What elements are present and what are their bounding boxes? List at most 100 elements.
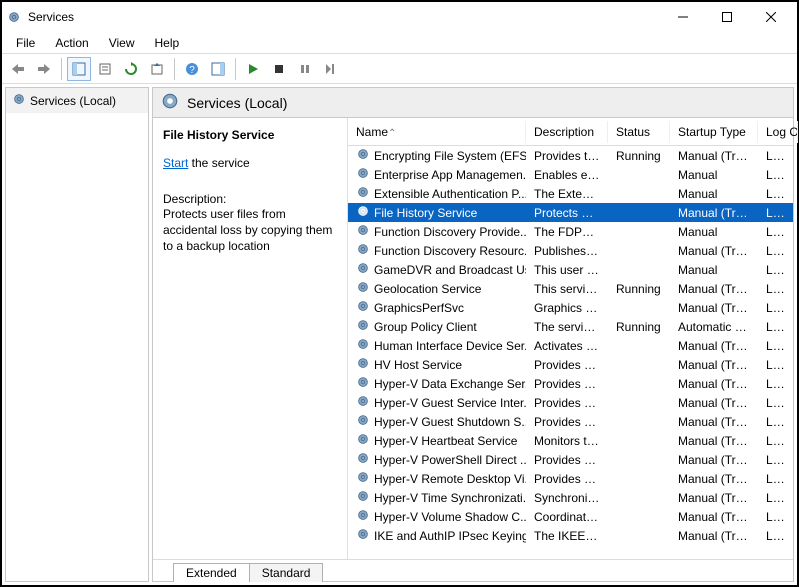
- cell-status: Running: [608, 282, 670, 296]
- gear-icon: [356, 508, 370, 525]
- cell-description: This service ...: [526, 282, 608, 296]
- service-name: GameDVR and Broadcast Us...: [374, 263, 526, 277]
- service-name: Enterprise App Managemen...: [374, 168, 526, 182]
- cell-startup: Manual (Trig...: [670, 396, 758, 410]
- forward-button[interactable]: [32, 57, 56, 81]
- cell-description: Publishes th...: [526, 244, 608, 258]
- gear-icon: [356, 299, 370, 316]
- service-name: Function Discovery Resourc...: [374, 244, 526, 258]
- table-row[interactable]: Hyper-V Remote Desktop Vi...Provides a p…: [348, 469, 793, 488]
- table-row[interactable]: Hyper-V Volume Shadow C...Coordinates...…: [348, 507, 793, 526]
- minimize-button[interactable]: [661, 3, 705, 31]
- cell-name: HV Host Service: [348, 356, 526, 373]
- cell-description: Provides an ...: [526, 358, 608, 372]
- tree-pane: Services (Local): [5, 87, 149, 582]
- table-row[interactable]: HV Host ServiceProvides an ...Manual (Tr…: [348, 355, 793, 374]
- cell-name: Human Interface Device Ser...: [348, 337, 526, 354]
- gear-icon: [356, 223, 370, 240]
- col-startup[interactable]: Startup Type: [670, 121, 758, 143]
- tree-node-services-local[interactable]: Services (Local): [6, 88, 148, 113]
- table-row[interactable]: Function Discovery Provide...The FDPHO..…: [348, 222, 793, 241]
- col-status[interactable]: Status: [608, 121, 670, 143]
- show-hide-tree-button[interactable]: [67, 57, 91, 81]
- col-name[interactable]: Name⌃: [348, 121, 526, 143]
- toolbar-divider: [61, 58, 62, 80]
- gear-icon: [356, 185, 370, 202]
- start-service-link[interactable]: Start: [163, 156, 188, 170]
- cell-startup: Manual (Trig...: [670, 149, 758, 163]
- gear-icon: [356, 147, 370, 164]
- table-row[interactable]: Hyper-V Guest Service Inter...Provides a…: [348, 393, 793, 412]
- cell-name: Enterprise App Managemen...: [348, 166, 526, 183]
- service-name: Hyper-V Guest Service Inter...: [374, 396, 526, 410]
- tab-standard[interactable]: Standard: [249, 563, 324, 582]
- menu-file[interactable]: File: [8, 34, 43, 52]
- window-title: Services: [28, 10, 74, 24]
- table-row[interactable]: Hyper-V Heartbeat ServiceMonitors th...M…: [348, 431, 793, 450]
- cell-logon: Loca: [758, 434, 793, 448]
- stop-service-button[interactable]: [267, 57, 291, 81]
- table-row[interactable]: Group Policy ClientThe service i...Runni…: [348, 317, 793, 336]
- cell-startup: Manual: [670, 263, 758, 277]
- table-row[interactable]: File History ServiceProtects use...Manua…: [348, 203, 793, 222]
- cell-logon: Loca: [758, 529, 793, 543]
- cell-logon: Loca: [758, 491, 793, 505]
- service-name: Geolocation Service: [374, 282, 481, 296]
- service-name: Hyper-V PowerShell Direct ...: [374, 453, 526, 467]
- show-hide-action-pane-button[interactable]: [206, 57, 230, 81]
- export-list-button[interactable]: [145, 57, 169, 81]
- table-row[interactable]: Function Discovery Resourc...Publishes t…: [348, 241, 793, 260]
- table-row[interactable]: Hyper-V Guest Shutdown S...Provides a ..…: [348, 412, 793, 431]
- table-row[interactable]: Human Interface Device Ser...Activates a…: [348, 336, 793, 355]
- pause-service-button[interactable]: [293, 57, 317, 81]
- view-tabs: Extended Standard: [153, 559, 793, 581]
- back-button[interactable]: [6, 57, 30, 81]
- table-row[interactable]: Extensible Authentication P...The Extens…: [348, 184, 793, 203]
- cell-description: Activates an...: [526, 339, 608, 353]
- cell-description: Provides a p...: [526, 472, 608, 486]
- table-row[interactable]: Hyper-V Data Exchange Ser...Provides a .…: [348, 374, 793, 393]
- col-description[interactable]: Description: [526, 121, 608, 143]
- cell-startup: Manual (Trig...: [670, 415, 758, 429]
- properties-button[interactable]: [93, 57, 117, 81]
- cell-startup: Manual (Trig...: [670, 244, 758, 258]
- table-row[interactable]: Encrypting File System (EFS)Provides th.…: [348, 146, 793, 165]
- description-text: Protects user files from accidental loss…: [163, 206, 337, 255]
- cell-name: Hyper-V PowerShell Direct ...: [348, 451, 526, 468]
- cell-logon: Loca: [758, 149, 793, 163]
- start-service-button[interactable]: [241, 57, 265, 81]
- close-button[interactable]: [749, 3, 793, 31]
- selected-service-name: File History Service: [163, 128, 337, 142]
- menu-view[interactable]: View: [101, 34, 143, 52]
- restart-service-button[interactable]: [319, 57, 343, 81]
- tab-extended[interactable]: Extended: [173, 563, 250, 582]
- table-row[interactable]: Enterprise App Managemen...Enables ent..…: [348, 165, 793, 184]
- column-headers: Name⌃ Description Status Startup Type Lo…: [348, 118, 793, 146]
- cell-description: The service i...: [526, 320, 608, 334]
- gear-icon: [356, 318, 370, 335]
- table-row[interactable]: IKE and AuthIP IPsec Keying...The IKEEXT…: [348, 526, 793, 545]
- col-logon[interactable]: Log On As: [758, 121, 798, 143]
- refresh-button[interactable]: [119, 57, 143, 81]
- table-row[interactable]: GameDVR and Broadcast Us...This user ser…: [348, 260, 793, 279]
- cell-startup: Manual (Trig...: [670, 301, 758, 315]
- cell-startup: Manual (Trig...: [670, 472, 758, 486]
- table-row[interactable]: Geolocation Service This service ...Runni…: [348, 279, 793, 298]
- cell-logon: Loca: [758, 301, 793, 315]
- cell-status: Running: [608, 320, 670, 334]
- list-body[interactable]: Encrypting File System (EFS)Provides th.…: [348, 146, 793, 559]
- menu-help[interactable]: Help: [147, 34, 188, 52]
- table-row[interactable]: GraphicsPerfSvcGraphics pe...Manual (Tri…: [348, 298, 793, 317]
- cell-status: Running: [608, 149, 670, 163]
- menu-action[interactable]: Action: [47, 34, 96, 52]
- maximize-button[interactable]: [705, 3, 749, 31]
- cell-description: Protects use...: [526, 206, 608, 220]
- toolbar-divider: [235, 58, 236, 80]
- help-button[interactable]: ?: [180, 57, 204, 81]
- table-row[interactable]: Hyper-V Time Synchronizati...Synchronize…: [348, 488, 793, 507]
- cell-name: Encrypting File System (EFS): [348, 147, 526, 164]
- service-name: Hyper-V Heartbeat Service: [374, 434, 517, 448]
- cell-description: Monitors th...: [526, 434, 608, 448]
- gear-icon: [161, 92, 179, 113]
- table-row[interactable]: Hyper-V PowerShell Direct ...Provides a …: [348, 450, 793, 469]
